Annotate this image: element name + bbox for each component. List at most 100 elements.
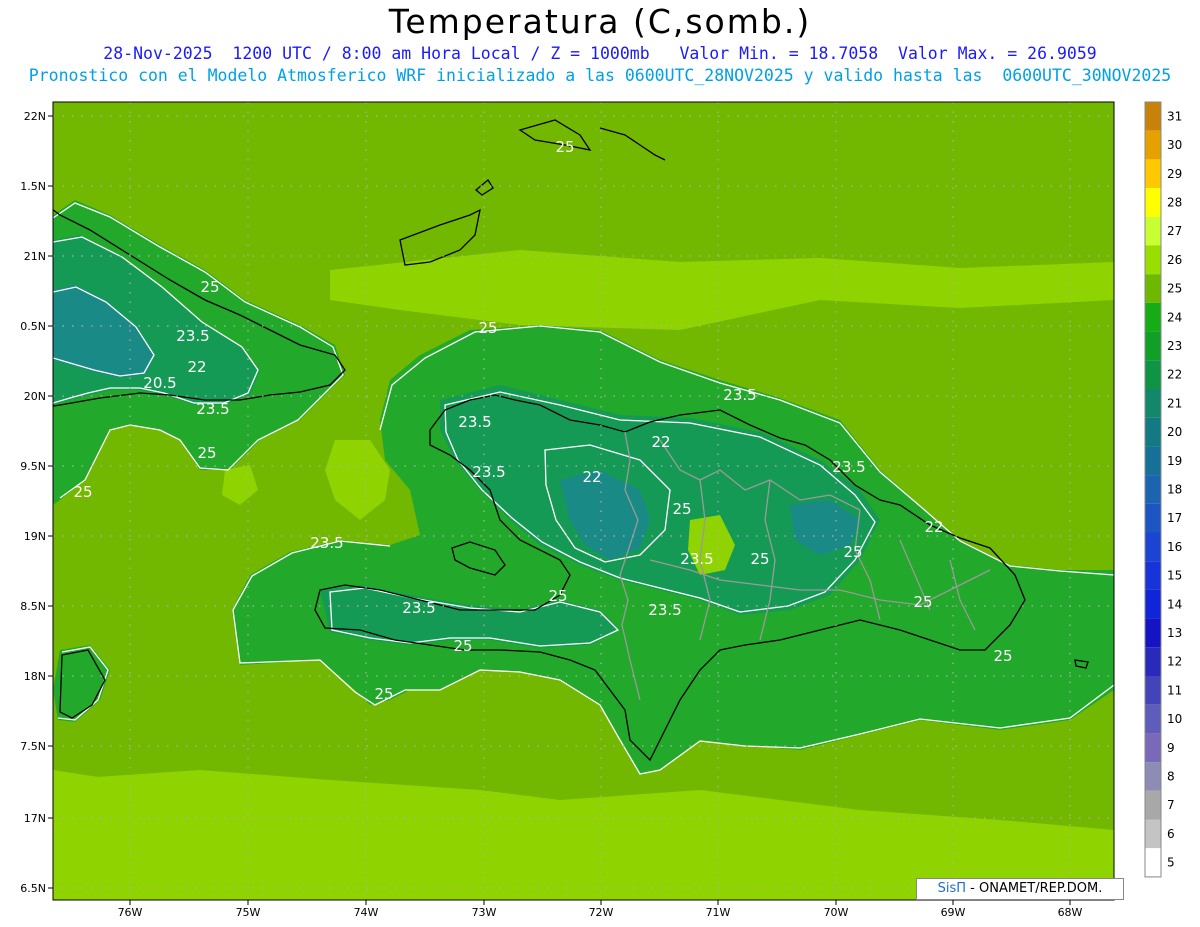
lon-tick-label: 75W	[236, 906, 261, 919]
colorbar-swatch	[1145, 417, 1161, 447]
lat-tick-label: 22N	[24, 110, 46, 123]
contour-label: 25	[913, 593, 932, 611]
colorbar-swatch	[1145, 389, 1161, 418]
contour-label: 23.5	[832, 458, 865, 476]
colorbar-label: 27	[1167, 224, 1182, 238]
lat-tick-label: 8.5N	[20, 600, 46, 613]
lon-tick-label: 74W	[354, 906, 379, 919]
temperature-map: 25 25 23.5 22 20.5 23.5 25 25 25 23.5 23.5 22 22 23.5…	[20, 101, 1182, 919]
contour-label: 23.5	[680, 550, 713, 568]
contour-label: 23.5	[458, 413, 491, 431]
credit-text: - ONAMET/REP.DOM.	[966, 881, 1103, 896]
colorbar-label: 31	[1167, 109, 1182, 123]
colorbar-swatch	[1145, 188, 1161, 217]
colorbar-swatch	[1145, 302, 1161, 332]
colorbar-label: 6	[1167, 827, 1175, 841]
colorbar-swatch	[1145, 618, 1161, 648]
colorbar-label: 23	[1167, 339, 1182, 353]
colorbar-swatch	[1145, 762, 1161, 791]
colorbar-label: 30	[1167, 138, 1182, 152]
colorbar-label: 15	[1167, 569, 1182, 583]
lat-tick-label: 20N	[24, 390, 46, 403]
lat-tick-label: 0.5N	[20, 320, 46, 333]
latitude-axis: 22N 1.5N 21N 0.5N 20N 9.5N 19N 8.5N 18N 7.5N 17N 6.…	[20, 110, 53, 895]
colorbar-label: 10	[1167, 712, 1182, 726]
lat-tick-label: 21N	[24, 250, 46, 263]
contour-label: 23.5	[310, 534, 343, 552]
colorbar-swatch	[1145, 733, 1161, 763]
contour-label: 25	[672, 500, 691, 518]
contour-label: 22	[582, 468, 601, 486]
contour-label: 25	[453, 637, 472, 655]
contour-label: 23.5	[176, 327, 209, 345]
contour-label: 25	[555, 138, 574, 156]
contour-label: 25	[993, 647, 1012, 665]
map-field	[53, 102, 1114, 900]
colorbar-swatch	[1145, 647, 1161, 676]
lon-tick-label: 72W	[589, 906, 614, 919]
contour-label: 25	[548, 587, 567, 605]
contour-label: 25	[374, 685, 393, 703]
lon-tick-label: 76W	[118, 906, 143, 919]
lon-tick-label: 71W	[706, 906, 731, 919]
contour-label: 23.5	[196, 400, 229, 418]
lon-tick-label: 69W	[941, 906, 966, 919]
colorbar-label: 29	[1167, 167, 1182, 181]
contour-label: 22	[187, 358, 206, 376]
lon-tick-label: 73W	[472, 906, 497, 919]
colorbar-swatch	[1145, 360, 1161, 389]
colorbar-swatch	[1145, 676, 1161, 705]
colorbar-label: 9	[1167, 741, 1175, 755]
lat-tick-label: 18N	[24, 670, 46, 683]
contour-label: 23.5	[648, 601, 681, 619]
credit-box: SisΠ - ONAMET/REP.DOM.	[916, 878, 1124, 900]
colorbar-label: 17	[1167, 511, 1182, 525]
colorbar-swatch	[1145, 130, 1161, 160]
colorbar-swatch	[1145, 102, 1161, 131]
colorbar-label: 12	[1167, 655, 1182, 669]
colorbar-label: 13	[1167, 626, 1182, 640]
colorbar-label: 5	[1167, 856, 1175, 870]
colorbar-swatch	[1145, 503, 1161, 533]
credit-brand: SisΠ	[937, 881, 967, 896]
colorbar-label: 7	[1167, 798, 1175, 812]
colorbar-label: 18	[1167, 482, 1182, 496]
contour-label: 25	[73, 483, 92, 501]
lat-tick-label: 19N	[24, 530, 46, 543]
lat-tick-label: 1.5N	[20, 180, 46, 193]
temperature-colorbar: 31 30 29 28 27 26 25 24 23 22 21 20 19 18 17 16 15 14 13 12…	[1144, 101, 1182, 878]
colorbar-swatch	[1145, 446, 1161, 476]
contour-label: 23.5	[723, 386, 756, 404]
contour-label: 22	[924, 518, 943, 536]
colorbar-label: 20	[1167, 425, 1182, 439]
lat-tick-label: 7.5N	[20, 740, 46, 753]
colorbar-label: 14	[1167, 597, 1182, 611]
colorbar-label: 24	[1167, 310, 1182, 324]
colorbar-swatch	[1145, 532, 1161, 562]
colorbar-swatch	[1145, 245, 1161, 275]
lon-tick-label: 70W	[824, 906, 849, 919]
colorbar-label: 25	[1167, 282, 1182, 296]
lat-tick-label: 9.5N	[20, 460, 46, 473]
colorbar-swatch	[1145, 790, 1161, 820]
colorbar-label: 8	[1167, 769, 1175, 783]
colorbar-swatch	[1145, 704, 1161, 734]
contour-label: 25	[750, 550, 769, 568]
colorbar-label: 26	[1167, 253, 1182, 267]
lat-tick-label: 17N	[24, 812, 46, 825]
colorbar-swatch	[1145, 274, 1161, 303]
colorbar-swatch	[1145, 331, 1161, 361]
lat-tick-label: 6.5N	[20, 882, 46, 895]
contour-label: 23.5	[402, 599, 435, 617]
contour-label: 23.5	[472, 463, 505, 481]
colorbar-swatch	[1145, 848, 1161, 877]
colorbar-label: 28	[1167, 195, 1182, 209]
colorbar-swatch	[1145, 819, 1161, 849]
colorbar-swatch	[1145, 159, 1161, 189]
contour-label: 25	[200, 278, 219, 296]
contour-label: 25	[843, 543, 862, 561]
lon-tick-label: 68W	[1058, 906, 1083, 919]
colorbar-label: 16	[1167, 540, 1182, 554]
colorbar-swatch	[1145, 216, 1161, 246]
colorbar-label: 21	[1167, 396, 1182, 410]
